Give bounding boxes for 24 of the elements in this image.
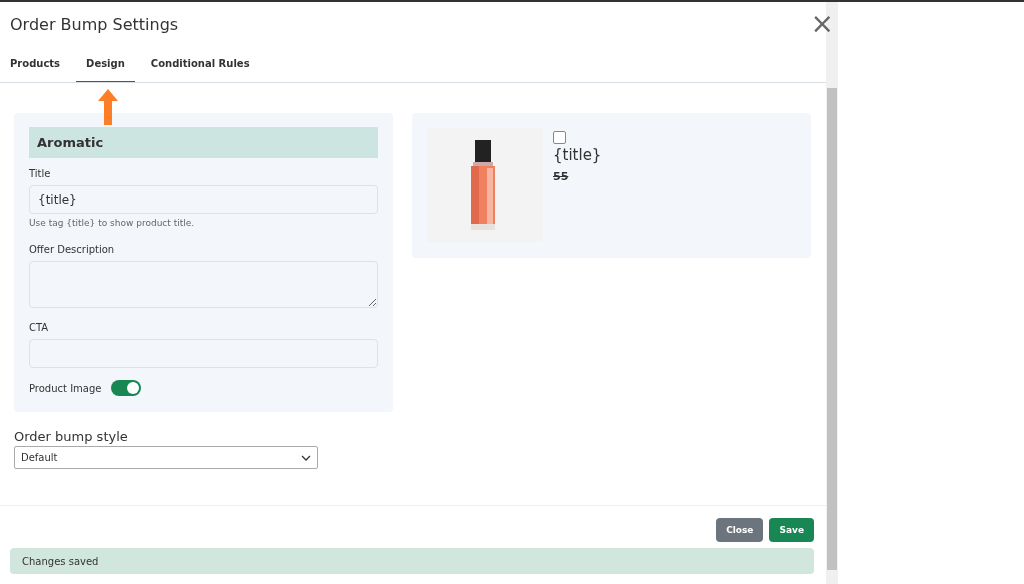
field-label: Product Image xyxy=(29,382,102,394)
field-label: Title xyxy=(29,168,51,179)
bump-heading: Aromatic xyxy=(29,127,378,158)
tab[interactable]: Conditional Rules xyxy=(140,46,260,82)
window-title: Order Bump Settings xyxy=(10,14,179,34)
tab[interactable]: Design xyxy=(76,46,135,82)
arrow-icon xyxy=(98,89,118,125)
chevron-down-icon xyxy=(301,454,311,461)
product-title: {title} xyxy=(553,146,602,164)
close-button[interactable]: × xyxy=(810,10,834,38)
toggle-switch[interactable] xyxy=(111,380,142,396)
checkbox[interactable] xyxy=(553,131,566,144)
product-price: 55 xyxy=(553,170,569,183)
close-button[interactable]: Close xyxy=(716,518,764,542)
tab[interactable]: Products xyxy=(0,46,71,82)
section-label: Order bump style xyxy=(14,429,129,444)
status-message: Changes saved xyxy=(10,548,814,574)
help-text: Use tag {title} to show product title. xyxy=(29,218,195,228)
title-field[interactable]: {title} xyxy=(29,185,378,214)
description-field[interactable] xyxy=(29,261,378,308)
field-label: CTA xyxy=(29,322,49,333)
style-dropdown[interactable]: Default xyxy=(14,446,318,469)
save-button[interactable]: Save xyxy=(769,518,814,542)
field-label: Offer Description xyxy=(29,244,115,255)
